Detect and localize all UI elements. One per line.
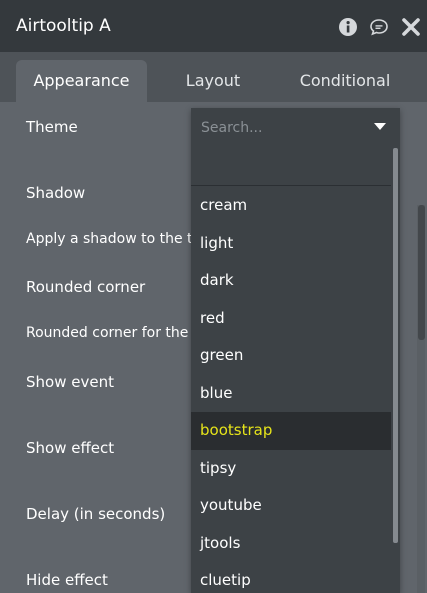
tab-layout[interactable]: Layout: [151, 60, 275, 102]
apply-shadow-label: Apply a shadow to the toc: [26, 231, 209, 247]
delay-label: Delay (in seconds): [26, 505, 166, 523]
panel-scrollbar-thumb[interactable]: [418, 205, 425, 340]
tab-appearance[interactable]: Appearance: [16, 60, 147, 102]
info-icon[interactable]: [338, 17, 358, 37]
option-youtube[interactable]: youtube: [191, 487, 391, 525]
window-title: Airtooltip A: [16, 16, 111, 36]
option-cluetip[interactable]: cluetip: [191, 562, 391, 593]
tab-bar: Appearance Layout Conditional: [0, 52, 427, 102]
theme-dropdown[interactable]: cream light dark red green blue bootstra…: [191, 108, 400, 593]
rounded-corner-desc-label: Rounded corner for the to: [26, 325, 207, 341]
close-icon[interactable]: [401, 17, 421, 37]
dropdown-options: cream light dark red green blue bootstra…: [191, 187, 391, 593]
option-red[interactable]: red: [191, 300, 391, 338]
option-tipsy[interactable]: tipsy: [191, 450, 391, 488]
tab-conditional[interactable]: Conditional: [280, 60, 410, 102]
dropdown-search: [191, 108, 400, 146]
dropdown-divider: [191, 185, 391, 186]
title-bar: Airtooltip A: [0, 0, 427, 52]
show-effect-label: Show effect: [26, 439, 115, 457]
rounded-corner-label: Rounded corner: [26, 278, 146, 296]
option-dark[interactable]: dark: [191, 262, 391, 300]
option-bootstrap[interactable]: bootstrap: [191, 412, 391, 450]
comment-icon[interactable]: [369, 17, 389, 37]
option-blue[interactable]: blue: [191, 375, 391, 413]
dropdown-search-input[interactable]: [199, 116, 363, 140]
theme-label: Theme: [26, 118, 78, 136]
option-green[interactable]: green: [191, 337, 391, 375]
option-cream[interactable]: cream: [191, 187, 391, 225]
show-event-label: Show event: [26, 373, 114, 391]
option-light[interactable]: light: [191, 225, 391, 263]
option-jtools[interactable]: jtools: [191, 525, 391, 563]
shadow-label: Shadow: [26, 184, 86, 202]
dropdown-scrollbar-thumb[interactable]: [393, 148, 398, 543]
dropdown-empty-option[interactable]: [191, 146, 391, 186]
hide-effect-label: Hide effect: [26, 571, 108, 589]
caret-down-icon[interactable]: [374, 123, 386, 130]
